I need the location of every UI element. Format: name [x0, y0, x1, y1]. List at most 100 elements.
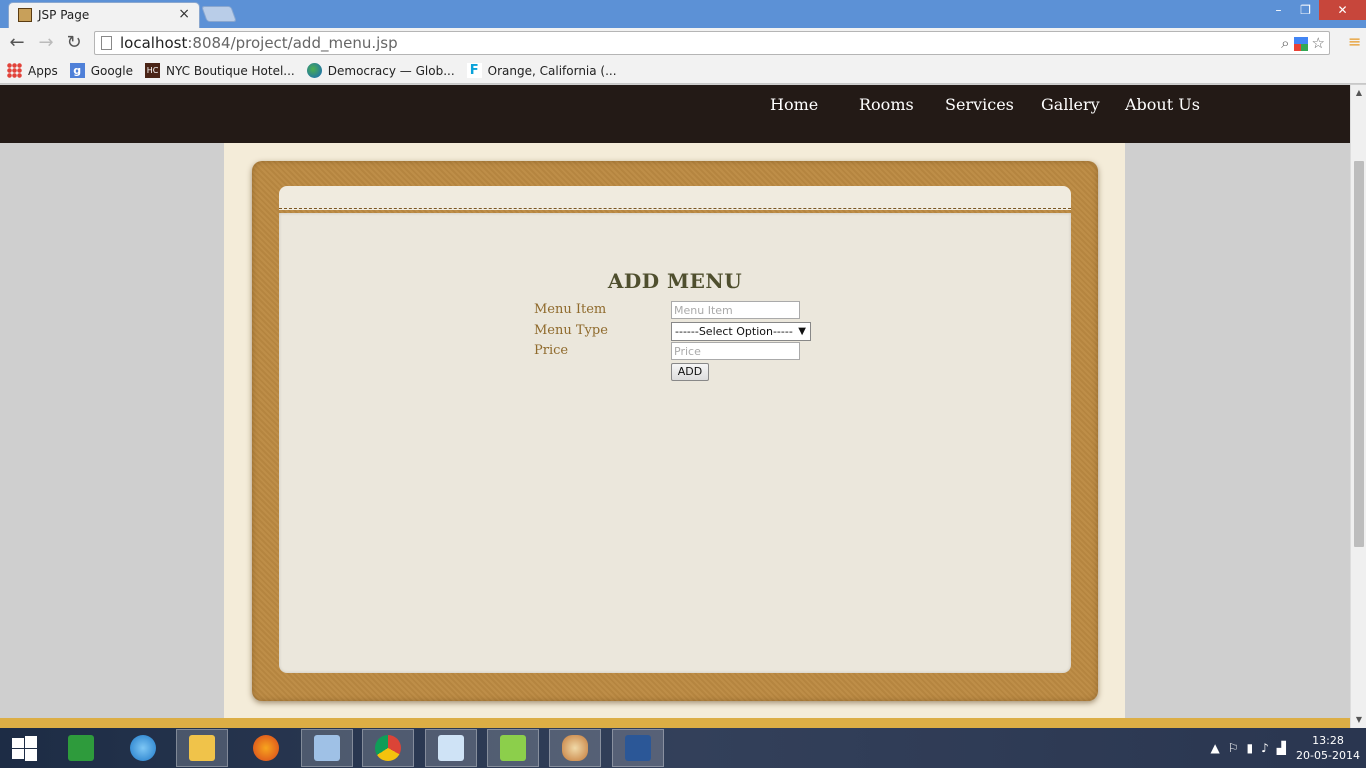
- windows-logo-pane: [12, 749, 24, 759]
- menu-item-label: Menu Item: [534, 302, 607, 317]
- close-window-button[interactable]: ✕: [1319, 0, 1366, 20]
- chrome-menu-icon[interactable]: ≡: [1348, 34, 1362, 50]
- network-icon[interactable]: ▟: [1277, 741, 1286, 755]
- volume-icon[interactable]: ♪: [1261, 741, 1269, 755]
- dropdown-arrow-icon: ▼: [798, 326, 806, 337]
- bookmark-label: Democracy — Glob...: [327, 63, 455, 78]
- taskbar-file-explorer[interactable]: [176, 729, 228, 767]
- bookmark-google[interactable]: g Google: [69, 63, 134, 78]
- page-title: ADD MENU: [607, 269, 743, 293]
- leather-frame: ADD MENU Menu Item Menu Type ------Selec…: [252, 161, 1098, 701]
- battery-icon[interactable]: ▮: [1246, 741, 1253, 755]
- chrome-icon: [375, 735, 401, 761]
- menu-item-input[interactable]: [671, 301, 800, 319]
- store-icon: [68, 735, 94, 761]
- price-label: Price: [534, 343, 569, 358]
- add-button[interactable]: ADD: [671, 363, 709, 381]
- flag-icon[interactable]: ⚐: [1228, 741, 1239, 755]
- page-icon: [101, 36, 112, 50]
- page-viewport: Home Rooms Services Gallery About Us ADD…: [0, 85, 1350, 728]
- address-url: localhost:8084/project/add_menu.jsp: [120, 34, 398, 52]
- taskbar-paint[interactable]: [549, 729, 601, 767]
- nav-home[interactable]: Home: [770, 95, 818, 114]
- url-host: localhost: [120, 34, 188, 52]
- google-icon: g: [69, 63, 85, 78]
- folder-icon: [189, 735, 215, 761]
- menu-type-row: Menu Type ------Select Option----- ▼: [534, 322, 834, 342]
- scroll-down-icon[interactable]: ▼: [1351, 712, 1366, 728]
- monitor-icon: [438, 735, 464, 761]
- taskbar-virtualbox[interactable]: [301, 729, 353, 767]
- minimize-button[interactable]: –: [1265, 0, 1292, 20]
- site-header: Home Rooms Services Gallery About Us: [0, 85, 1350, 143]
- new-tab-button[interactable]: [201, 6, 237, 22]
- nav-about-us[interactable]: About Us: [1125, 95, 1200, 114]
- clock-time: 13:28: [1312, 734, 1344, 747]
- browser-toolbar: ← → ↻ localhost:8084/project/add_menu.js…: [0, 28, 1366, 58]
- taskbar-chrome[interactable]: [362, 729, 414, 767]
- scroll-up-icon[interactable]: ▲: [1351, 85, 1366, 101]
- taskbar-word[interactable]: [612, 729, 664, 767]
- bookmark-label: Apps: [28, 63, 58, 78]
- taskbar-clock[interactable]: 13:28 20-05-2014: [1290, 733, 1366, 763]
- bookmark-label: NYC Boutique Hotel...: [166, 63, 295, 78]
- scrollbar-thumb[interactable]: [1354, 161, 1364, 547]
- taskbar-store[interactable]: [55, 729, 107, 767]
- internet-explorer-icon: [130, 735, 156, 761]
- windows-logo-pane: [25, 749, 37, 761]
- clock-date: 20-05-2014: [1296, 749, 1360, 762]
- page-favicon-icon: [18, 8, 32, 22]
- nav-services[interactable]: Services: [945, 95, 1014, 114]
- cube-icon: [314, 735, 340, 761]
- url-path: :8084/project/add_menu.jsp: [187, 34, 398, 52]
- windows-taskbar: ▲ ⚐ ▮ ♪ ▟ 13:28 20-05-2014: [0, 728, 1366, 768]
- price-input[interactable]: [671, 342, 800, 360]
- back-button[interactable]: ←: [6, 32, 28, 54]
- taskbar-firefox[interactable]: [240, 729, 292, 767]
- omnibox-icons: ⌕ ☆: [1281, 34, 1325, 52]
- search-icon[interactable]: ⌕: [1281, 34, 1289, 52]
- site-footer-strip: [0, 718, 1350, 728]
- reload-button[interactable]: ↻: [63, 32, 85, 54]
- show-hidden-icons[interactable]: ▲: [1210, 741, 1219, 755]
- tab-title: JSP Page: [38, 8, 90, 22]
- bookmarks-bar: Apps g Google HC NYC Boutique Hotel... Dem…: [0, 58, 1366, 84]
- f-icon: F: [466, 63, 482, 78]
- extension-icon[interactable]: [1293, 37, 1308, 51]
- notepad-icon: [500, 735, 526, 761]
- maximize-button[interactable]: ❐: [1292, 0, 1319, 20]
- taskbar-internet-explorer[interactable]: [117, 729, 169, 767]
- nav-gallery[interactable]: Gallery: [1041, 95, 1100, 114]
- submit-row: ADD: [534, 363, 834, 383]
- address-bar[interactable]: localhost:8084/project/add_menu.jsp ⌕ ☆: [94, 31, 1330, 55]
- menu-type-select[interactable]: ------Select Option----- ▼: [671, 322, 811, 341]
- page-scrollbar[interactable]: ▲ ▼: [1350, 85, 1366, 728]
- menu-type-label: Menu Type: [534, 323, 608, 338]
- hc-icon: HC: [145, 63, 161, 78]
- bookmark-star-icon[interactable]: ☆: [1312, 34, 1325, 52]
- site-nav: Home Rooms Services Gallery About Us: [750, 95, 1350, 115]
- system-tray: ▲ ⚐ ▮ ♪ ▟ 13:28 20-05-2014: [1206, 728, 1366, 768]
- bookmark-nyc-hotel[interactable]: HC NYC Boutique Hotel...: [145, 63, 295, 78]
- bookmark-orange-ca[interactable]: F Orange, California (...: [466, 63, 617, 78]
- frame-stitch-divider: [279, 208, 1071, 209]
- menu-type-selected: ------Select Option-----: [675, 325, 793, 338]
- globe-icon: [306, 63, 322, 78]
- taskbar-remote-desktop[interactable]: [425, 729, 477, 767]
- nav-rooms[interactable]: Rooms: [859, 95, 914, 114]
- frame-top-bar: [279, 186, 1071, 210]
- window-controls: – ❐ ✕: [1265, 0, 1366, 20]
- bookmark-apps[interactable]: Apps: [7, 63, 58, 78]
- taskbar-notepad[interactable]: [487, 729, 539, 767]
- windows-logo-pane: [25, 736, 37, 748]
- apps-grid-icon: [7, 63, 22, 78]
- firefox-icon: [253, 735, 279, 761]
- forward-button[interactable]: →: [35, 32, 57, 54]
- word-icon: [625, 735, 651, 761]
- tab-close-icon[interactable]: ×: [178, 6, 190, 22]
- bookmark-democracy[interactable]: Democracy — Glob...: [306, 63, 455, 78]
- bookmark-label: Google: [90, 63, 134, 78]
- start-button[interactable]: [10, 736, 38, 761]
- browser-tab[interactable]: JSP Page ×: [8, 2, 200, 28]
- paint-palette-icon: [562, 735, 588, 761]
